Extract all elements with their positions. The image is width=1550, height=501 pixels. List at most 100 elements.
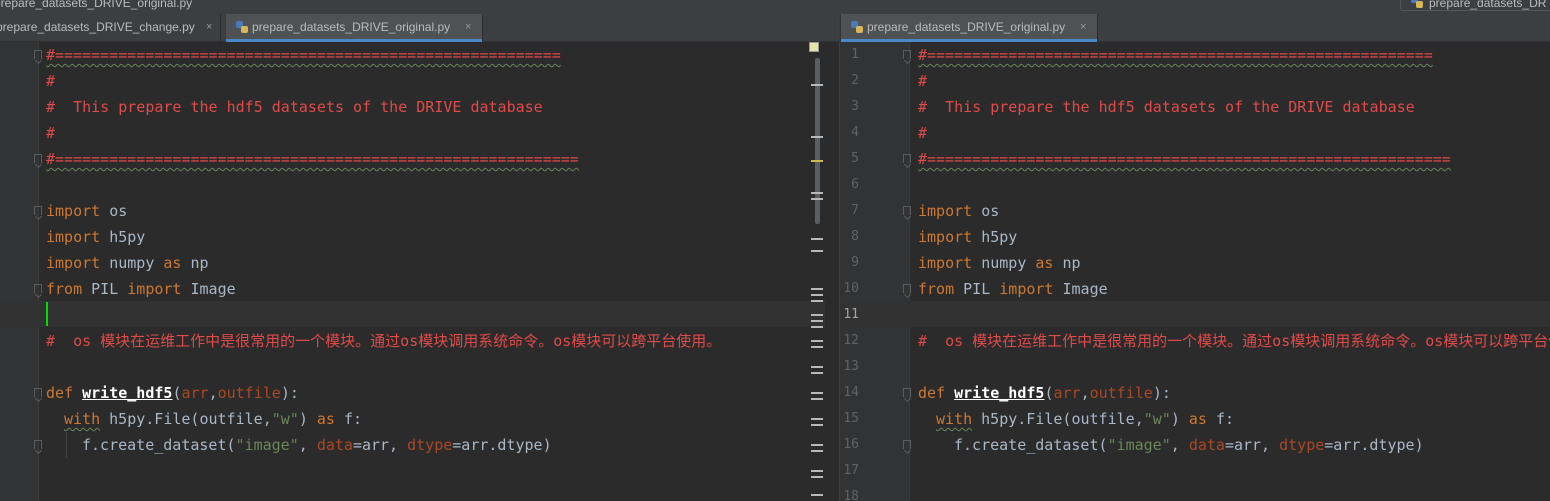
change-marker[interactable] <box>811 294 823 296</box>
close-icon[interactable]: × <box>1080 14 1086 41</box>
fold-marker-icon[interactable] <box>903 440 911 449</box>
code-line-12: # os 模块在运维工作中是很常用的一个模块。通过os模块调用系统命令。os模块… <box>918 332 1550 350</box>
line-number: 11 <box>843 307 859 322</box>
code-line-1: #=======================================… <box>46 46 561 64</box>
fold-marker-icon[interactable] <box>903 154 911 163</box>
left-editor-pane: prepare_datasets_DRIVE_change.py × prepa… <box>0 14 839 501</box>
change-marker[interactable] <box>811 372 823 374</box>
current-line-highlight <box>841 301 1550 327</box>
gutter-separator <box>38 42 39 501</box>
code-line-16: f.create_dataset("image", data=arr, dtyp… <box>82 436 552 454</box>
line-number: 5 <box>851 151 859 166</box>
code-line-15: with h5py.File(outfile,"w") as f: <box>64 410 363 428</box>
code-line-3: # This prepare the hdf5 datasets of the … <box>46 98 543 116</box>
code-line-2: # <box>918 72 928 90</box>
tab-prepare-datasets-change[interactable]: prepare_datasets_DRIVE_change.py × <box>0 14 221 41</box>
gutter-separator <box>909 42 910 501</box>
change-marker[interactable] <box>811 84 823 86</box>
code-line-2: # <box>46 72 56 90</box>
change-marker[interactable] <box>811 192 823 194</box>
change-marker[interactable] <box>811 418 823 420</box>
text-caret <box>46 302 48 326</box>
change-marker[interactable] <box>811 346 823 348</box>
left-code-editor[interactable]: #=======================================… <box>0 42 839 501</box>
left-tab-bar: prepare_datasets_DRIVE_change.py × prepa… <box>0 14 839 42</box>
right-code-editor[interactable]: 1 2 3 4 5 6 7 8 9 10 11 12 13 14 15 16 17 18 #===========… <box>841 42 1550 501</box>
code-line-7: import os <box>918 202 1000 220</box>
right-window-tab-label: prepare_datasets_DR <box>1429 0 1547 10</box>
line-number: 12 <box>843 333 859 348</box>
change-marker[interactable] <box>811 326 823 328</box>
fold-marker-icon[interactable] <box>34 388 42 397</box>
fold-marker-icon[interactable] <box>903 206 911 215</box>
warning-indicator-icon[interactable] <box>809 42 819 52</box>
line-number: 9 <box>851 255 859 270</box>
tab-label: prepare_datasets_DRIVE_original.py <box>867 20 1066 34</box>
line-number: 18 <box>843 489 859 501</box>
change-marker[interactable] <box>811 494 823 496</box>
change-marker[interactable] <box>811 424 823 426</box>
change-marker[interactable] <box>811 470 823 472</box>
line-number: 7 <box>851 203 859 218</box>
right-editor-pane: prepare_datasets_DRIVE_original.py × 123… <box>841 14 1550 501</box>
code-line-7: import os <box>46 202 128 220</box>
line-number: 6 <box>851 177 859 192</box>
change-marker[interactable] <box>811 444 823 446</box>
close-icon[interactable]: × <box>465 14 471 41</box>
line-number: 8 <box>851 229 859 244</box>
code-line-3: # This prepare the hdf5 datasets of the … <box>918 98 1415 116</box>
tab-prepare-datasets-original[interactable]: prepare_datasets_DRIVE_original.py × <box>226 14 483 42</box>
fold-marker-icon[interactable] <box>34 154 42 163</box>
line-number: 4 <box>851 125 859 140</box>
line-number: 14 <box>843 385 859 400</box>
python-file-icon <box>1411 0 1423 8</box>
fold-marker-icon[interactable] <box>34 50 42 59</box>
line-number: 13 <box>843 359 859 374</box>
fold-marker-icon[interactable] <box>34 206 42 215</box>
change-marker[interactable] <box>811 300 823 302</box>
line-number: 15 <box>843 411 859 426</box>
change-marker[interactable] <box>811 136 823 138</box>
code-line-8: import h5py <box>46 228 146 246</box>
change-marker[interactable] <box>811 476 823 478</box>
tab-prepare-datasets-original[interactable]: prepare_datasets_DRIVE_original.py × <box>841 14 1098 42</box>
change-marker[interactable] <box>811 366 823 368</box>
python-file-icon <box>236 21 248 33</box>
code-line-12: # os 模块在运维工作中是很常用的一个模块。通过os模块调用系统命令。os模块… <box>46 332 722 350</box>
change-marker[interactable] <box>811 392 823 394</box>
change-marker[interactable] <box>811 340 823 342</box>
change-marker[interactable] <box>811 250 823 252</box>
change-marker[interactable] <box>811 238 823 240</box>
line-number: 3 <box>851 99 859 114</box>
change-marker[interactable] <box>811 398 823 400</box>
fold-marker-icon[interactable] <box>903 284 911 293</box>
line-number: 1 <box>851 47 859 62</box>
left-vertical-scrollbar[interactable] <box>809 42 839 501</box>
close-icon[interactable]: × <box>206 14 212 41</box>
python-file-icon <box>851 21 863 33</box>
right-window-tab[interactable]: prepare_datasets_DR <box>1400 0 1550 11</box>
line-number: 10 <box>843 281 859 296</box>
change-marker[interactable] <box>811 198 823 200</box>
change-marker[interactable] <box>811 314 823 316</box>
fold-marker-icon[interactable] <box>34 440 42 449</box>
change-marker[interactable] <box>811 160 823 162</box>
indent-guide <box>66 432 67 458</box>
change-marker[interactable] <box>811 288 823 290</box>
current-line-highlight <box>0 301 825 327</box>
fold-marker-icon[interactable] <box>903 388 911 397</box>
code-line-9: import numpy as np <box>918 254 1081 272</box>
line-number: 2 <box>851 73 859 88</box>
fold-marker-icon[interactable] <box>34 284 42 293</box>
fold-marker-icon[interactable] <box>903 50 911 59</box>
code-line-8: import h5py <box>918 228 1018 246</box>
line-number: 17 <box>843 463 859 478</box>
code-line-1: #=======================================… <box>918 46 1433 64</box>
change-marker[interactable] <box>811 320 823 322</box>
code-line-5: #=======================================… <box>918 150 1451 168</box>
tab-label: prepare_datasets_DRIVE_original.py <box>252 20 451 34</box>
code-line-9: import numpy as np <box>46 254 209 272</box>
change-marker[interactable] <box>811 450 823 452</box>
code-line-14: def write_hdf5(arr,outfile): <box>46 384 299 402</box>
code-line-4: # <box>46 124 56 142</box>
